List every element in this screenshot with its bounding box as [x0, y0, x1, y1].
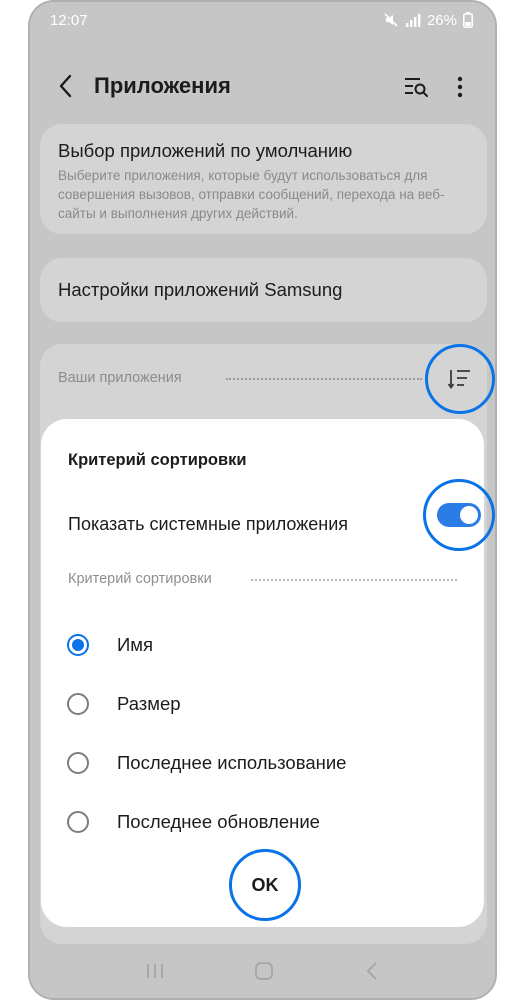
- search-apps-button[interactable]: [402, 72, 432, 102]
- sort-options-list: Имя Размер Последнее использование После…: [67, 615, 467, 851]
- your-apps-label: Ваши приложения: [58, 370, 182, 386]
- dotted-divider: [251, 579, 457, 581]
- sort-dialog: Критерий сортировки Показать системные п…: [41, 419, 495, 927]
- sort-option-name[interactable]: Имя: [67, 615, 467, 674]
- sort-option-last-used[interactable]: Последнее использование: [67, 733, 467, 792]
- more-vertical-icon: [457, 76, 463, 98]
- battery-icon: [463, 12, 473, 28]
- radio-unchecked-icon: [67, 692, 89, 715]
- back-icon[interactable]: [364, 961, 380, 986]
- radio-unchecked-icon: [67, 810, 89, 833]
- sort-icon: [448, 370, 470, 390]
- status-icons: 26%: [383, 12, 473, 29]
- default-apps-description: Выберите приложения, которые будут испол…: [58, 168, 445, 221]
- home-icon[interactable]: [254, 961, 274, 986]
- battery-percent: 26%: [426, 11, 457, 29]
- sort-subheader: Критерий сортировки: [68, 571, 212, 587]
- default-apps-title: Выбор приложений по умолчанию: [58, 140, 353, 161]
- show-system-apps-row[interactable]: Показать системные приложения: [68, 479, 495, 551]
- mute-icon: [383, 12, 399, 28]
- page-title: Приложения: [94, 73, 231, 98]
- chevron-left-icon: [59, 74, 72, 98]
- sort-option-size[interactable]: Размер: [67, 674, 467, 733]
- navigation-bar: [30, 944, 495, 998]
- app-header: Приложения: [30, 58, 495, 114]
- sort-option-label: Последнее обновление: [117, 810, 320, 832]
- radio-checked-icon: [67, 633, 89, 656]
- show-system-apps-toggle[interactable]: [423, 479, 495, 551]
- sort-button[interactable]: [425, 344, 495, 414]
- status-time: 12:07: [50, 11, 88, 29]
- sort-option-label: Размер: [117, 692, 181, 714]
- show-system-apps-label: Показать системные приложения: [68, 514, 349, 534]
- ok-button[interactable]: OK: [229, 849, 301, 921]
- recent-apps-icon[interactable]: [145, 962, 165, 985]
- status-bar: 12:07 26%: [30, 2, 495, 38]
- default-apps-card[interactable]: Выбор приложений по умолчанию Выберите п…: [40, 124, 487, 234]
- dialog-title: Критерий сортировки: [68, 451, 247, 469]
- sort-option-label: Последнее использование: [117, 751, 347, 773]
- sort-option-last-updated[interactable]: Последнее обновление: [67, 792, 467, 851]
- toggle-knob: [460, 506, 478, 524]
- signal-icon: [405, 13, 421, 27]
- dotted-divider: [226, 378, 422, 380]
- more-options-button[interactable]: [448, 72, 472, 102]
- toggle-track: [437, 503, 481, 527]
- samsung-app-settings-title: Настройки приложений Samsung: [58, 279, 343, 300]
- radio-unchecked-icon: [67, 751, 89, 774]
- list-search-icon: [405, 78, 428, 97]
- sort-option-label: Имя: [117, 633, 154, 655]
- samsung-app-settings-card[interactable]: Настройки приложений Samsung: [40, 258, 487, 322]
- back-button[interactable]: [52, 72, 80, 100]
